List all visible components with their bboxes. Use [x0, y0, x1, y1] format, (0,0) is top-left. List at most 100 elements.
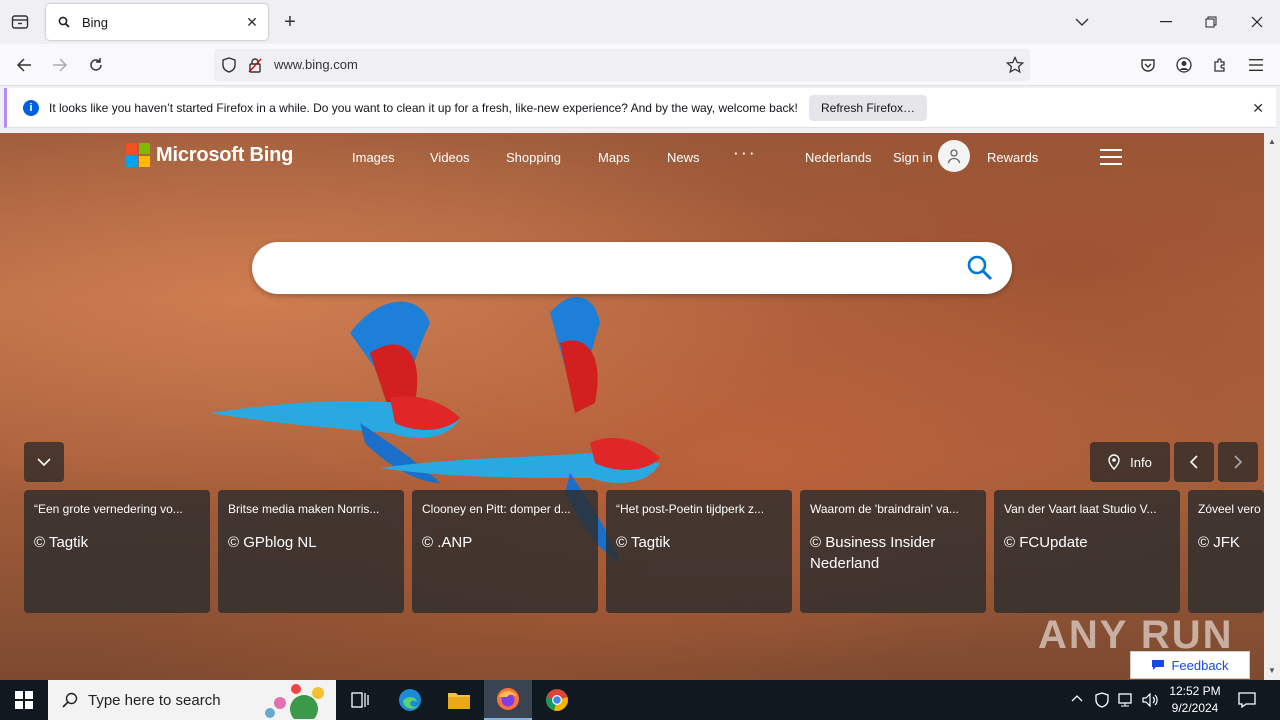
extensions-icon[interactable] — [1206, 51, 1234, 79]
tab-title: Bing — [82, 14, 109, 30]
tab-bing[interactable]: Bing ✕ — [46, 4, 268, 40]
search-highlight-icon — [265, 684, 324, 719]
feedback-button[interactable]: Feedback — [1130, 651, 1250, 679]
nav-images[interactable]: Images — [352, 150, 395, 165]
news-card[interactable]: Waarom de 'braindrain' va... © Business … — [800, 490, 986, 613]
search-icon[interactable] — [966, 254, 994, 282]
search-icon — [62, 692, 78, 708]
nav-videos[interactable]: Videos — [430, 150, 470, 165]
scroll-down-icon[interactable]: ▼ — [1268, 666, 1276, 675]
news-card[interactable]: “Het post-Poetin tijdperk z... © Tagtik — [606, 490, 792, 613]
info-icon: i — [23, 99, 39, 116]
firefox-taskbar-icon[interactable] — [484, 680, 532, 720]
menu-icon[interactable] — [1100, 149, 1122, 165]
nav-maps[interactable]: Maps — [598, 150, 630, 165]
defender-icon[interactable] — [1095, 692, 1109, 711]
news-card[interactable]: “Een grote vernedering vo... © Tagtik — [24, 490, 210, 613]
nav-news[interactable]: News — [667, 150, 700, 165]
volume-icon[interactable] — [1142, 692, 1160, 711]
close-window-icon[interactable] — [1241, 6, 1273, 38]
avatar[interactable] — [938, 140, 970, 172]
lock-icon[interactable] — [248, 57, 262, 78]
firefox-view-icon[interactable] — [8, 10, 32, 34]
search-input[interactable] — [252, 242, 1012, 294]
task-view-icon[interactable] — [336, 680, 384, 720]
card-title: Van der Vaart laat Studio V... — [1004, 502, 1157, 516]
clock-date: 9/2/2024 — [1171, 701, 1219, 715]
nav-shopping[interactable]: Shopping — [506, 150, 561, 165]
card-title: Britse media maken Norris... — [228, 502, 380, 516]
news-card[interactable]: Zóveel vero © JFK — [1188, 490, 1264, 613]
card-source: © Business Insider Nederland — [810, 534, 936, 572]
tracking-protection-icon[interactable] — [222, 57, 236, 78]
nav-more[interactable]: · · · — [734, 146, 754, 161]
page-scrollbar[interactable]: ▲ ▼ — [1264, 133, 1280, 680]
navigation-toolbar: www.bing.com — [0, 44, 1280, 86]
card-source: © GPblog NL — [228, 534, 317, 551]
rewards-link[interactable]: Rewards — [987, 150, 1038, 165]
start-button[interactable] — [0, 680, 48, 720]
tab-bar: Bing ✕ + — [0, 0, 1280, 44]
info-label: Info — [1130, 454, 1152, 470]
collapse-feed-button[interactable] — [24, 442, 64, 482]
bing-logo[interactable]: Microsoft Bing — [126, 143, 293, 167]
minimize-icon[interactable] — [1150, 6, 1182, 38]
bing-homepage: Microsoft Bing Images Videos Shopping Ma… — [0, 133, 1264, 680]
previous-image-button[interactable] — [1174, 442, 1214, 482]
chevron-right-icon — [1234, 455, 1242, 469]
search-icon — [56, 14, 72, 30]
refresh-firefox-button[interactable]: Refresh Firefox… — [809, 95, 928, 121]
forward-icon[interactable] — [46, 51, 74, 79]
card-title: “Het post-Poetin tijdperk z... — [616, 502, 765, 516]
news-card[interactable]: Clooney en Pitt: domper d... © .ANP — [412, 490, 598, 613]
card-title: Clooney en Pitt: domper d... — [422, 502, 571, 516]
reload-icon[interactable] — [82, 51, 110, 79]
list-all-tabs-icon[interactable] — [1066, 6, 1098, 38]
notification-bar: i It looks like you haven’t started Fire… — [4, 88, 1276, 128]
windows-logo-icon — [15, 691, 33, 709]
bookmark-star-icon[interactable] — [1005, 55, 1025, 79]
url-text: www.bing.com — [274, 57, 358, 72]
edge-icon[interactable] — [386, 680, 434, 720]
news-card[interactable]: Britse media maken Norris... © GPblog NL — [218, 490, 404, 613]
back-icon[interactable] — [10, 51, 38, 79]
account-icon[interactable] — [1170, 51, 1198, 79]
chrome-icon[interactable] — [533, 680, 581, 720]
new-tab-icon[interactable]: + — [278, 10, 302, 34]
system-clock[interactable]: 12:52 PM 9/2/2024 — [1166, 683, 1224, 717]
card-source: © Tagtik — [34, 534, 89, 551]
restore-icon[interactable] — [1195, 6, 1227, 38]
info-button[interactable]: Info — [1090, 442, 1170, 482]
card-title: Zóveel vero — [1198, 502, 1261, 516]
chevron-left-icon — [1190, 455, 1198, 469]
card-source: © .ANP — [422, 534, 473, 551]
notification-close-icon[interactable]: ✕ — [1252, 100, 1264, 117]
url-bar[interactable]: www.bing.com — [214, 49, 1030, 81]
tab-close-icon[interactable]: ✕ — [240, 10, 264, 34]
taskbar-search-input[interactable]: Type here to search — [48, 680, 336, 720]
card-title: “Een grote vernedering vo... — [34, 502, 183, 516]
next-image-button[interactable] — [1218, 442, 1258, 482]
taskbar-search-placeholder: Type here to search — [88, 691, 221, 709]
clock-time: 12:52 PM — [1169, 684, 1221, 698]
card-source: © Tagtik — [616, 534, 671, 551]
feedback-label: Feedback — [1171, 657, 1229, 673]
card-source: © FCUpdate — [1004, 534, 1088, 551]
scroll-up-icon[interactable]: ▲ — [1268, 137, 1276, 146]
news-card[interactable]: Van der Vaart laat Studio V... © FCUpdat… — [994, 490, 1180, 613]
language-link[interactable]: Nederlands — [805, 150, 872, 165]
card-source: © JFK — [1198, 534, 1240, 551]
sign-in-link[interactable]: Sign in — [893, 150, 933, 165]
notifications-icon[interactable] — [1238, 691, 1256, 712]
chat-icon — [1152, 660, 1165, 670]
file-explorer-icon[interactable] — [435, 680, 483, 720]
pocket-icon[interactable] — [1134, 51, 1162, 79]
windows-taskbar: Type here to search 12:52 PM 9/2/2024 — [0, 680, 1280, 720]
app-menu-icon[interactable] — [1242, 51, 1270, 79]
chevron-down-icon — [37, 458, 51, 466]
logo-text: Microsoft Bing — [156, 143, 294, 166]
location-pin-icon — [1108, 454, 1120, 470]
show-hidden-icons[interactable] — [1071, 690, 1083, 705]
microsoft-logo-icon — [126, 143, 150, 167]
network-icon[interactable] — [1118, 692, 1134, 711]
